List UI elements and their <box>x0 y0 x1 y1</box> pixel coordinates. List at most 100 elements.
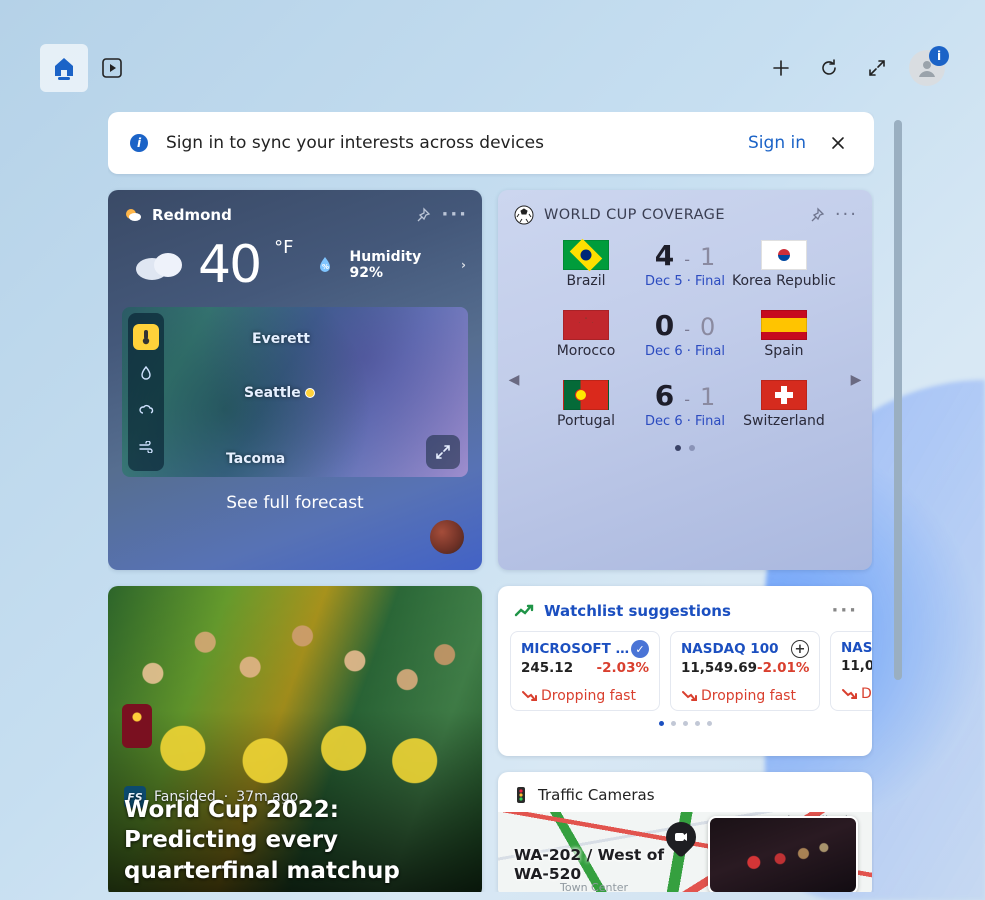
widgets-topbar: i <box>40 44 945 92</box>
ticker-change: -2.03% <box>597 660 649 676</box>
ticker-trend: Dr <box>841 674 872 702</box>
scrollbar[interactable] <box>894 120 902 680</box>
weather-current: 40 °F % Humidity 92% › <box>108 235 482 307</box>
away-score: 0 <box>700 313 715 341</box>
humidity-icon: % <box>318 256 332 274</box>
weather-unit: °F <box>274 237 293 258</box>
away-team: Spain <box>732 310 836 359</box>
flag-icon <box>563 380 609 410</box>
home-score: 4 <box>655 239 674 272</box>
worldcup-title: WORLD CUP COVERAGE <box>544 207 725 223</box>
signin-link[interactable]: Sign in <box>748 133 806 153</box>
map-city-everett: Everett <box>252 331 310 347</box>
ticker-symbol: NASD <box>841 640 872 656</box>
expand-icon <box>434 443 452 461</box>
ticker-card[interactable]: NASDAQ 100 +11,549.69-2.01%Dropping fast <box>670 631 820 711</box>
match-row[interactable]: Brazil4-1Dec 5 · FinalKorea Republic <box>534 239 836 289</box>
flag-icon <box>761 380 807 410</box>
trend-down-icon <box>841 688 857 700</box>
refresh-icon <box>819 58 839 78</box>
away-team: Switzerland <box>732 380 836 429</box>
ticker-card[interactable]: NASD 11,014Dr <box>830 631 872 711</box>
match-status: Dec 6 · Final <box>645 414 725 429</box>
soccer-icon <box>514 205 534 225</box>
away-team: Korea Republic <box>732 240 836 289</box>
watchlist-widget[interactable]: Watchlist suggestions ··· MICROSOFT …✓24… <box>498 586 872 756</box>
trend-down-icon <box>521 690 537 702</box>
news-story-card[interactable]: FS Fansided · 37m ago World Cup 2022: Pr… <box>108 586 482 892</box>
flag-icon <box>761 240 807 270</box>
map-layer-tabs <box>128 313 164 471</box>
match-status: Dec 5 · Final <box>645 274 725 289</box>
score-block: 6-1Dec 6 · Final <box>645 379 725 429</box>
more-button[interactable]: ··· <box>831 600 858 621</box>
camera-thumbnail[interactable] <box>708 816 858 892</box>
weather-icon <box>124 206 142 224</box>
weather-widget[interactable]: Redmond ··· 40 °F % Humidity 92% <box>108 190 482 570</box>
flag-icon <box>563 240 609 270</box>
weather-globe-icon[interactable] <box>430 520 464 554</box>
cloud-icon <box>132 245 186 285</box>
flag-icon <box>761 310 807 340</box>
worldcup-widget[interactable]: WORLD CUP COVERAGE ··· ◀ ▶ Brazil4-1Dec … <box>498 190 872 570</box>
ticker-symbol: NASDAQ 100 <box>681 641 778 657</box>
map-expand-button[interactable] <box>426 435 460 469</box>
ticker-card[interactable]: MICROSOFT …✓245.12-2.03%Dropping fast <box>510 631 660 711</box>
more-button[interactable]: ··· <box>441 204 468 225</box>
banner-message: Sign in to sync your interests across de… <box>166 133 730 153</box>
widgets-panel: i Sign in to sync your interests across … <box>108 112 874 892</box>
humidity-label: Humidity 92% <box>350 249 458 281</box>
match-row[interactable]: Morocco0-0Dec 6 · FinalSpain <box>534 309 836 359</box>
plus-icon <box>771 58 791 78</box>
expand-button[interactable] <box>853 44 901 92</box>
full-forecast-link[interactable]: See full forecast <box>108 477 482 513</box>
weather-map[interactable]: Everett Seattle Tacoma <box>122 307 468 477</box>
match-row[interactable]: Portugal6-1Dec 6 · FinalSwitzerland <box>534 379 836 429</box>
news-headline: World Cup 2022: Predicting every quarter… <box>124 795 466 886</box>
pin-button[interactable] <box>415 207 431 223</box>
chevron-right-icon[interactable]: › <box>461 258 466 272</box>
map-city-seattle: Seattle <box>244 385 315 401</box>
add-ticker-button[interactable]: + <box>791 640 809 658</box>
home-icon <box>53 56 75 80</box>
traffic-title: Traffic Cameras <box>538 786 655 804</box>
away-score: 1 <box>700 243 715 271</box>
added-check-icon[interactable]: ✓ <box>631 640 649 658</box>
home-tab[interactable] <box>40 44 88 92</box>
add-widget-button[interactable] <box>757 44 805 92</box>
trend-down-icon <box>681 690 697 702</box>
traffic-light-icon <box>514 786 528 804</box>
ticker-trend: Dropping fast <box>521 676 649 704</box>
home-team: Morocco <box>534 310 638 359</box>
flag-icon <box>563 310 609 340</box>
refresh-button[interactable] <box>805 44 853 92</box>
away-score: 1 <box>700 383 715 411</box>
ticker-price: 11,014 <box>841 658 872 674</box>
banner-close-button[interactable] <box>824 135 852 151</box>
team-name: Switzerland <box>743 413 825 429</box>
profile-button[interactable]: i <box>909 50 945 86</box>
expand-icon <box>867 58 887 78</box>
ticker-change: -2.01% <box>757 660 809 676</box>
home-team: Brazil <box>534 240 638 289</box>
ticker-price: 245.12 <box>521 660 573 676</box>
stock-up-icon <box>514 604 534 618</box>
more-button[interactable]: ··· <box>835 204 858 225</box>
traffic-widget[interactable]: Traffic Cameras NE Union Hill Rd Town Ce… <box>498 772 872 892</box>
watchlist-title: Watchlist suggestions <box>544 602 731 620</box>
matches-prev-button[interactable]: ◀ <box>504 372 524 388</box>
layer-precipitation[interactable] <box>133 361 159 387</box>
team-name: Korea Republic <box>732 273 836 289</box>
ticker-trend: Dropping fast <box>681 676 809 704</box>
matches-next-button[interactable]: ▶ <box>846 372 866 388</box>
weather-temperature: 40 <box>198 235 260 295</box>
layer-temperature[interactable] <box>133 324 159 350</box>
pin-button[interactable] <box>809 207 825 223</box>
worldcup-badge-icon <box>122 704 152 748</box>
home-score: 0 <box>655 309 674 342</box>
team-name: Spain <box>764 343 803 359</box>
layer-wind[interactable] <box>133 434 159 460</box>
entertainment-tab[interactable] <box>88 44 136 92</box>
ticker-price: 11,549.69 <box>681 660 757 676</box>
layer-clouds[interactable] <box>133 397 159 423</box>
